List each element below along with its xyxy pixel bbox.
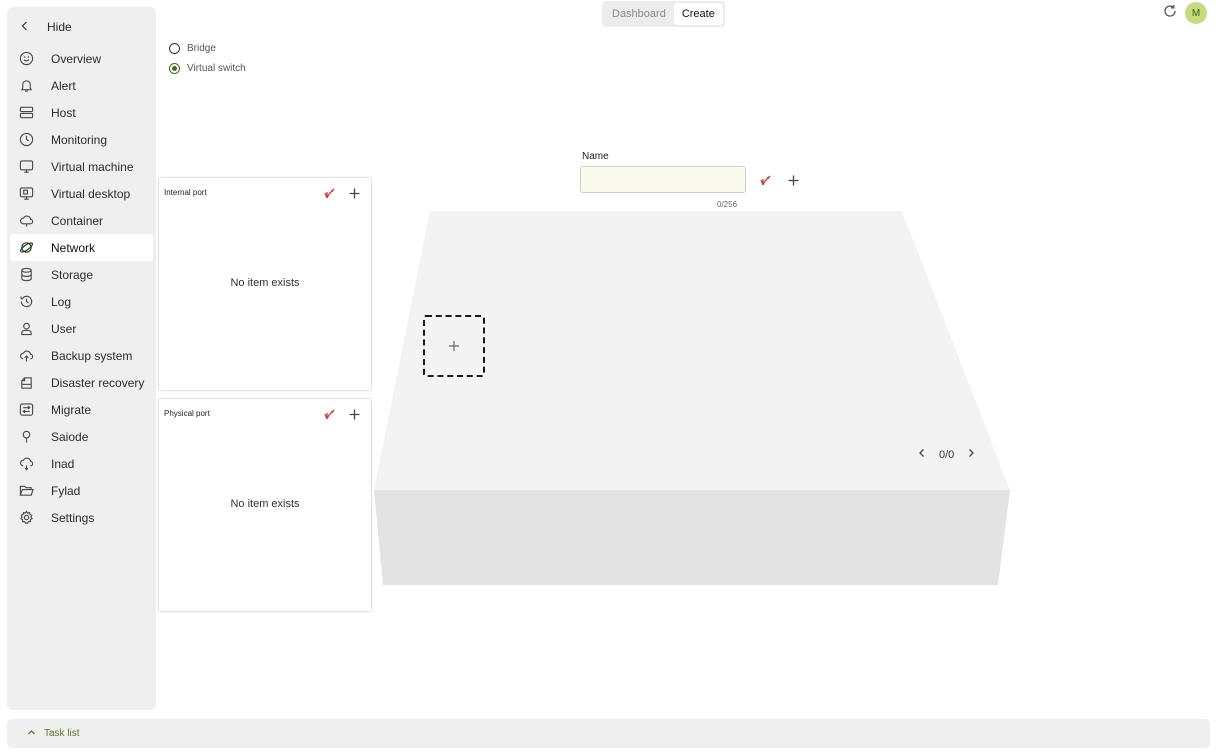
- chevron-right-icon[interactable]: [966, 448, 976, 461]
- planet-icon: [18, 240, 34, 256]
- clock-icon: [18, 132, 34, 148]
- chevron-up-icon: [27, 728, 36, 740]
- sidebar-item-label: Virtual desktop: [51, 186, 131, 201]
- sidebar-item-container[interactable]: Container: [10, 207, 153, 234]
- monitor-icon: [18, 159, 34, 175]
- sidebar-item-label: Overview: [51, 51, 102, 66]
- history-icon: [18, 294, 34, 310]
- sidebar-item-alert[interactable]: Alert: [10, 72, 153, 99]
- migrate-icon: [18, 402, 34, 418]
- header-actions: M: [1163, 2, 1207, 24]
- sidebar-item-disaster-recovery[interactable]: Disaster recovery: [10, 369, 153, 396]
- switch-front-face: [374, 490, 1010, 585]
- desktop-icon: [18, 186, 34, 202]
- cloud-upload-icon: [18, 348, 34, 364]
- stage-pager: 0/0: [917, 448, 976, 461]
- hide-label: Hide: [47, 20, 72, 34]
- sidebar-item-label: Virtual machine: [51, 159, 134, 174]
- server-icon: [18, 105, 34, 121]
- add-internal-port-icon[interactable]: [346, 185, 362, 201]
- sidebar-item-label: Disaster recovery: [51, 375, 145, 390]
- tab-dashboard[interactable]: Dashboard: [604, 3, 674, 25]
- sidebar-item-overview[interactable]: Overview: [10, 45, 153, 72]
- chevron-left-icon[interactable]: [917, 448, 927, 461]
- clear-physical-port-icon[interactable]: [321, 406, 337, 422]
- sidebar-item-label: Network: [51, 240, 96, 255]
- sidebar-item-label: Alert: [51, 78, 76, 93]
- sidebar-item-label: Migrate: [51, 402, 92, 417]
- clear-name-icon[interactable]: [757, 172, 773, 188]
- radio-option-bridge[interactable]: Bridge: [169, 38, 246, 58]
- physical-port-panel: Physical port No item exists: [159, 399, 371, 611]
- smile-icon: [18, 51, 34, 67]
- type-radio-group: Bridge Virtual switch: [169, 38, 246, 78]
- add-port-slot[interactable]: [423, 315, 485, 377]
- sidebar-item-label: Log: [51, 294, 72, 309]
- add-physical-port-icon[interactable]: [346, 406, 362, 422]
- task-list-label: Task list: [44, 728, 80, 739]
- bell-icon: [18, 78, 34, 94]
- sidebar-item-network[interactable]: Network: [10, 234, 153, 261]
- sidebar-item-backup-system[interactable]: Backup system: [10, 342, 153, 369]
- sidebar-item-label: Storage: [51, 267, 94, 282]
- add-name-icon[interactable]: [785, 172, 801, 188]
- sidebar-item-label: Container: [51, 213, 104, 228]
- sidebar-item-settings[interactable]: Settings: [10, 504, 153, 531]
- cloud-sync-icon: [18, 456, 34, 472]
- sidebar-item-virtual-machine[interactable]: Virtual machine: [10, 153, 153, 180]
- sidebar-item-storage[interactable]: Storage: [10, 261, 153, 288]
- empty-message: No item exists: [230, 498, 300, 510]
- switch-stage: [374, 211, 1010, 585]
- refresh-icon[interactable]: [1163, 4, 1177, 23]
- pin-icon: [18, 429, 34, 445]
- folder-icon: [18, 483, 34, 499]
- pager-count: 0/0: [939, 448, 955, 461]
- sidebar-item-label: Backup system: [51, 348, 133, 363]
- tab-create[interactable]: Create: [673, 3, 723, 25]
- sidebar-item-inad[interactable]: Inad: [10, 450, 153, 477]
- clear-internal-port-icon[interactable]: [321, 185, 337, 201]
- sidebar-item-saiode[interactable]: Saiode: [10, 423, 153, 450]
- gear-icon: [18, 510, 34, 526]
- recovery-icon: [18, 375, 34, 391]
- sidebar-item-monitoring[interactable]: Monitoring: [10, 126, 153, 153]
- hide-sidebar-button[interactable]: Hide: [19, 13, 72, 41]
- name-char-counter: 0/256: [717, 200, 738, 209]
- panel-title: Internal port: [164, 188, 207, 197]
- chevron-left-icon: [19, 20, 31, 35]
- sidebar-item-log[interactable]: Log: [10, 288, 153, 315]
- plus-icon: [449, 341, 459, 351]
- radio-button[interactable]: [169, 62, 180, 74]
- name-label: Name: [582, 151, 609, 162]
- radio-button[interactable]: [169, 42, 180, 54]
- sidebar-item-fylad[interactable]: Fylad: [10, 477, 153, 504]
- radio-option-virtual-switch[interactable]: Virtual switch: [169, 58, 246, 78]
- sidebar-item-label: Monitoring: [51, 132, 108, 147]
- sidebar-item-label: Host: [51, 105, 76, 120]
- view-tabs: Dashboard Create: [602, 1, 725, 27]
- panel-title: Physical port: [164, 409, 210, 418]
- radio-label: Virtual switch: [187, 62, 246, 74]
- avatar[interactable]: M: [1185, 2, 1207, 24]
- sidebar-item-label: Settings: [51, 510, 95, 525]
- user-icon: [18, 321, 34, 337]
- sidebar-nav: Overview Alert Host Monitoring Virtual m…: [10, 45, 153, 531]
- radio-label: Bridge: [187, 42, 216, 54]
- sidebar-item-host[interactable]: Host: [10, 99, 153, 126]
- cloud-icon: [18, 213, 34, 229]
- sidebar-item-user[interactable]: User: [10, 315, 153, 342]
- internal-port-panel: Internal port No item exists: [159, 178, 371, 390]
- task-list-toggle[interactable]: Task list: [7, 719, 1210, 748]
- empty-message: No item exists: [230, 277, 300, 289]
- sidebar-item-label: Fylad: [51, 483, 81, 498]
- sidebar-item-virtual-desktop[interactable]: Virtual desktop: [10, 180, 153, 207]
- sidebar-item-label: Inad: [51, 456, 75, 471]
- sidebar-item-label: Saiode: [51, 429, 89, 444]
- name-input[interactable]: [580, 166, 746, 193]
- database-icon: [18, 267, 34, 283]
- sidebar-item-label: User: [51, 321, 77, 336]
- sidebar: Hide Overview Alert Host Monitoring Virt…: [7, 7, 156, 710]
- sidebar-item-migrate[interactable]: Migrate: [10, 396, 153, 423]
